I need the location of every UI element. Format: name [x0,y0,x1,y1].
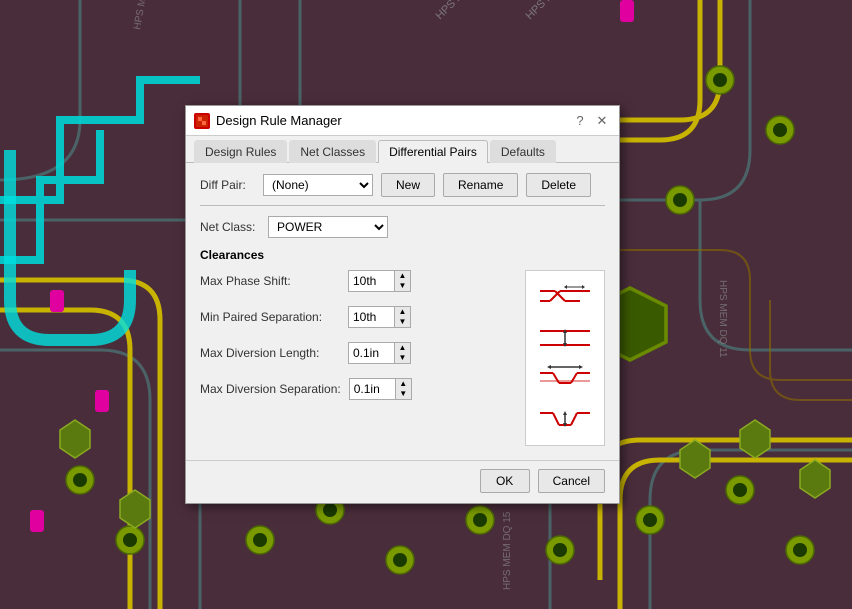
design-rule-manager-dialog: Design Rule Manager ? ✕ Design Rules Net… [185,105,620,504]
net-class-label: Net Class: [200,220,260,234]
max-div-sep-diagram [535,399,595,437]
clearances-diagrams [525,270,605,446]
max-phase-shift-row: Max Phase Shift: ▲ ▼ [200,270,517,292]
dialog-title: Design Rule Manager [216,113,342,128]
min-paired-sep-input[interactable] [349,307,394,327]
max-div-length-row: Max Diversion Length: ▲ ▼ [200,342,517,364]
max-div-length-diagram [535,359,595,397]
max-div-length-input[interactable] [349,343,394,363]
min-paired-sep-down[interactable]: ▼ [395,317,410,327]
cancel-button[interactable]: Cancel [538,469,605,493]
min-paired-sep-row: Min Paired Separation: ▲ ▼ [200,306,517,328]
max-div-sep-input-group: ▲ ▼ [349,378,412,400]
max-div-length-spinners: ▲ ▼ [394,343,410,363]
ok-button[interactable]: OK [480,469,530,493]
diff-pair-select[interactable]: (None) [263,174,373,196]
clearances-fields: Max Phase Shift: ▲ ▼ Min Paired Separati… [200,270,517,446]
tab-defaults[interactable]: Defaults [490,140,556,163]
max-phase-shift-up[interactable]: ▲ [395,271,410,281]
max-div-sep-row: Max Diversion Separation: ▲ ▼ [200,378,517,400]
tab-differential-pairs[interactable]: Differential Pairs [378,140,488,163]
dialog-app-icon [194,113,210,129]
max-div-length-up[interactable]: ▲ [395,343,410,353]
dialog-body: Diff Pair: (None) New Rename Delete Net … [186,163,619,460]
max-div-length-down[interactable]: ▼ [395,353,410,363]
net-class-row: Net Class: POWER [200,216,605,238]
dialog-titlebar: Design Rule Manager ? ✕ [186,106,619,136]
max-phase-shift-down[interactable]: ▼ [395,281,410,291]
dialog-close-button[interactable]: ✕ [593,112,611,130]
max-phase-shift-label: Max Phase Shift: [200,274,340,288]
max-phase-shift-input-group: ▲ ▼ [348,270,411,292]
divider-1 [200,205,605,206]
clearances-content: Max Phase Shift: ▲ ▼ Min Paired Separati… [200,270,605,446]
rename-button[interactable]: Rename [443,173,518,197]
tab-design-rules[interactable]: Design Rules [194,140,287,163]
max-phase-shift-input[interactable] [349,271,394,291]
net-class-select[interactable]: POWER [268,216,388,238]
min-paired-sep-spinners: ▲ ▼ [394,307,410,327]
max-div-sep-input[interactable] [350,379,395,399]
max-div-length-label: Max Diversion Length: [200,346,340,360]
dialog-title-buttons: ? ✕ [571,112,611,130]
min-paired-sep-label: Min Paired Separation: [200,310,340,324]
max-phase-shift-spinners: ▲ ▼ [394,271,410,291]
delete-button[interactable]: Delete [526,173,591,197]
clearances-header: Clearances [200,248,605,262]
tabs-bar: Design Rules Net Classes Differential Pa… [186,136,619,163]
tab-net-classes[interactable]: Net Classes [289,140,376,163]
min-paired-sep-diagram [535,319,595,357]
dialog-title-left: Design Rule Manager [194,113,342,129]
max-div-sep-down[interactable]: ▼ [396,389,411,399]
dialog-help-button[interactable]: ? [571,112,589,130]
dialog-footer: OK Cancel [186,460,619,503]
max-div-sep-up[interactable]: ▲ [396,379,411,389]
diff-pair-label: Diff Pair: [200,178,255,192]
max-div-sep-spinners: ▲ ▼ [395,379,411,399]
min-paired-sep-input-group: ▲ ▼ [348,306,411,328]
new-button[interactable]: New [381,173,435,197]
max-div-sep-label: Max Diversion Separation: [200,382,341,396]
max-div-length-input-group: ▲ ▼ [348,342,411,364]
dialog-overlay: Design Rule Manager ? ✕ Design Rules Net… [0,0,852,609]
min-paired-sep-up[interactable]: ▲ [395,307,410,317]
diff-pair-row: Diff Pair: (None) New Rename Delete [200,173,605,197]
phase-shift-diagram [535,279,595,317]
